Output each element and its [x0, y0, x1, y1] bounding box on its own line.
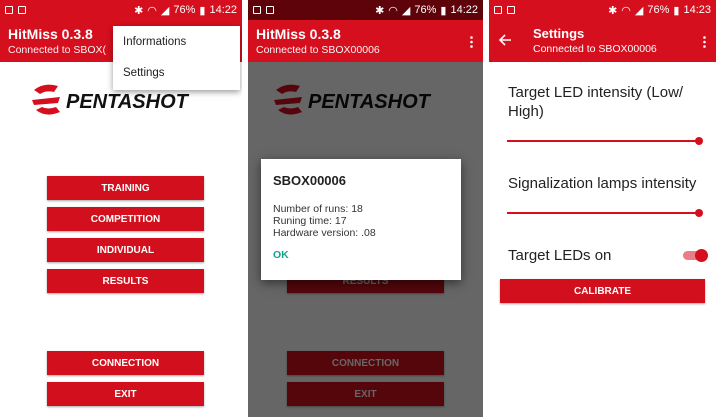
calibrate-button[interactable]: CALIBRATE — [500, 279, 705, 303]
connection-button[interactable]: CONNECTION — [47, 351, 204, 375]
wifi-icon: ◠ — [388, 4, 398, 17]
device-info-dialog: SBOX00006 Number of runs: 18 Runing time… — [261, 159, 461, 280]
overflow-menu-icon[interactable] — [703, 36, 706, 48]
settings-title: Settings — [533, 26, 585, 41]
signal-icon: ◢ — [401, 4, 411, 17]
target-led-intensity-slider[interactable] — [507, 137, 703, 145]
notification-icon — [253, 6, 261, 14]
bluetooth-icon: ✱ — [134, 4, 144, 17]
battery-icon: ▮ — [440, 4, 447, 17]
slider-thumb[interactable] — [695, 209, 703, 217]
signal-icon: ◢ — [160, 4, 170, 17]
individual-button[interactable]: INDIVIDUAL — [47, 238, 204, 262]
notification-icon — [507, 6, 515, 14]
toggle-thumb[interactable] — [695, 249, 708, 262]
signalization-lamps-slider[interactable] — [507, 209, 703, 217]
clock: 14:22 — [450, 4, 478, 16]
dialog-ok-button[interactable]: OK — [273, 249, 289, 261]
battery-icon: ▮ — [673, 4, 680, 17]
clock: 14:23 — [683, 4, 711, 16]
notification-icon — [494, 6, 502, 14]
back-arrow-icon[interactable] — [497, 30, 513, 50]
wifi-icon: ◠ — [621, 4, 631, 17]
battery-icon: ▮ — [199, 4, 206, 17]
notification-icon — [5, 6, 13, 14]
notification-icon — [18, 6, 26, 14]
wifi-icon: ◠ — [147, 4, 157, 17]
training-button[interactable]: TRAINING — [47, 176, 204, 200]
battery-percent: 76% — [173, 4, 196, 16]
slider-thumb[interactable] — [695, 137, 703, 145]
screen-settings: ✱ ◠ ◢ 76% ▮ 14:23 Settings Connected to … — [489, 0, 716, 417]
settings-toolbar: Settings Connected to SBOX00006 — [489, 20, 716, 62]
app-toolbar: HitMiss 0.3.8 Connected to SBOX00006 — [248, 20, 483, 62]
overflow-menu: Informations Settings — [113, 26, 240, 90]
connection-status: Connected to SBOX00006 — [256, 44, 380, 56]
results-button[interactable]: RESULTS — [47, 269, 204, 293]
dialog-title: SBOX00006 — [273, 173, 346, 188]
signal-icon: ◢ — [634, 4, 644, 17]
status-bar: ✱ ◠ ◢ 76% ▮ 14:22 — [0, 0, 242, 20]
logo-text: PENTASHOT — [66, 91, 190, 113]
notification-icon — [266, 6, 274, 14]
connection-status: Connected to SBOX00006 — [533, 43, 657, 55]
bluetooth-icon: ✱ — [375, 4, 385, 17]
dialog-running-time: Runing time: 17 — [273, 215, 347, 227]
app-title: HitMiss 0.3.8 — [8, 26, 93, 42]
signalization-lamps-label: Signalization lamps intensity — [508, 175, 697, 192]
screen-main-menu: ✱ ◠ ◢ 76% ▮ 14:22 HitMiss 0.3.8 Connecte… — [0, 0, 242, 417]
target-led-intensity-label: Target LED intensity (Low/ High) — [508, 84, 684, 120]
battery-percent: 76% — [647, 4, 670, 16]
app-title: HitMiss 0.3.8 — [256, 26, 341, 42]
competition-button[interactable]: COMPETITION — [47, 207, 204, 231]
menu-item-informations[interactable]: Informations — [123, 36, 186, 48]
dialog-hardware-version: Hardware version: .08 — [273, 227, 376, 239]
battery-percent: 76% — [414, 4, 437, 16]
clock: 14:22 — [209, 4, 237, 16]
dialog-runs-count: Number of runs: 18 — [273, 203, 363, 215]
status-bar: ✱ ◠ ◢ 76% ▮ 14:23 — [489, 0, 716, 20]
screen-info-dialog: ✱ ◠ ◢ 76% ▮ 14:22 HitMiss 0.3.8 Connecte… — [248, 0, 483, 417]
overflow-menu-icon[interactable] — [470, 36, 473, 48]
target-leds-on-label: Target LEDs on — [508, 247, 612, 264]
bluetooth-icon: ✱ — [608, 4, 618, 17]
connection-status: Connected to SBOX( — [8, 44, 107, 56]
status-bar: ✱ ◠ ◢ 76% ▮ 14:22 — [248, 0, 483, 20]
exit-button[interactable]: EXIT — [47, 382, 204, 406]
menu-item-settings[interactable]: Settings — [123, 67, 165, 79]
